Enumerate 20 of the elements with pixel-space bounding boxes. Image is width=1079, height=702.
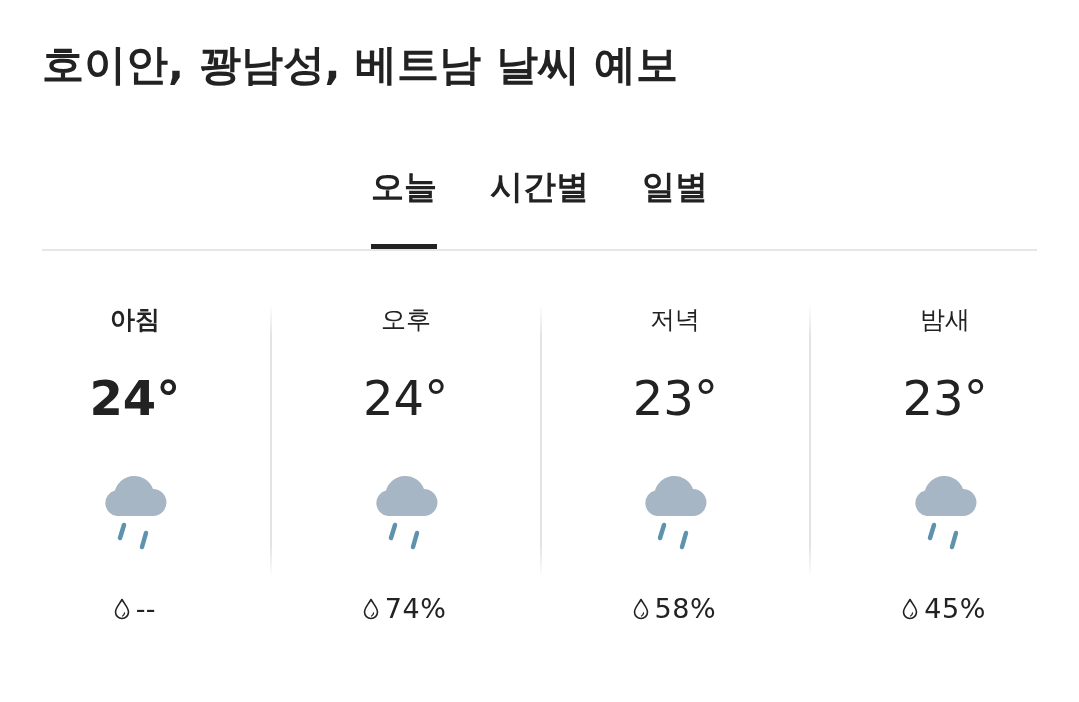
tab[interactable]: 오늘 xyxy=(371,167,437,249)
period-label: 아침 xyxy=(109,305,160,335)
droplet-icon xyxy=(362,598,379,620)
temperature: 23° xyxy=(632,369,718,428)
tab[interactable]: 일별 xyxy=(642,167,708,249)
temperature: 24° xyxy=(89,369,181,428)
temperature: 24° xyxy=(363,369,449,428)
droplet-icon xyxy=(113,598,130,620)
temperature: 23° xyxy=(902,369,988,428)
precipitation-chance: -- xyxy=(135,593,157,625)
precipitation-chance: 74% xyxy=(384,593,447,625)
period-label: 오후 xyxy=(380,305,431,335)
page-title: 호이안, 꽝남성, 베트남 날씨 예보 xyxy=(42,39,680,91)
droplet-icon xyxy=(632,598,649,620)
period-label: 저녁 xyxy=(650,305,701,335)
droplet-icon xyxy=(902,598,919,620)
precipitation-chance: 58% xyxy=(654,593,717,625)
precipitation-chance: 45% xyxy=(924,593,986,625)
tab[interactable]: 시간별 xyxy=(490,167,589,249)
period-label: 밤새 xyxy=(920,305,971,335)
